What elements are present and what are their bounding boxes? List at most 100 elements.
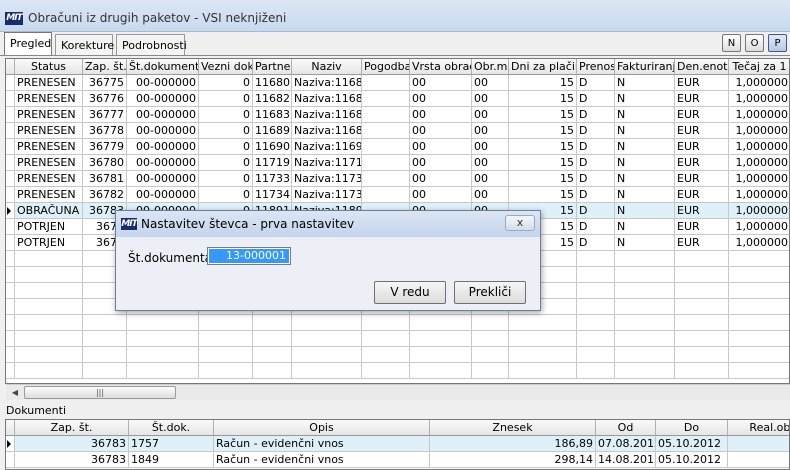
main-grid-row-indicator[interactable] [6,299,15,315]
main-grid-cell[interactable] [729,331,789,347]
main-grid-cell[interactable] [729,363,789,379]
main-grid-cell[interactable]: 00 [410,171,472,187]
main-grid-cell[interactable]: D [577,107,615,123]
main-grid-cell[interactable] [577,283,615,299]
main-grid-column-header[interactable]: Tečaj za 1 [729,59,789,75]
main-grid-column-header[interactable]: Den.enota [675,59,729,75]
documents-grid-column-header[interactable]: Znesek [430,420,596,436]
main-grid-row-indicator[interactable] [6,171,15,187]
main-grid-cell[interactable]: EUR [675,171,729,187]
main-grid-cell[interactable]: 0 [199,187,253,203]
tab-korekture[interactable]: Korekture [55,34,114,55]
main-grid-cell[interactable]: 1,000000 [729,123,789,139]
main-grid-cell[interactable]: 00 [410,155,472,171]
main-grid-cell[interactable]: 00 [472,139,509,155]
main-grid-cell[interactable] [15,363,83,379]
main-grid-cell[interactable]: EUR [675,91,729,107]
main-grid-cell[interactable]: 1,000000 [729,203,789,219]
main-grid-cell[interactable]: 00 [410,91,472,107]
main-grid-row-indicator[interactable] [6,75,15,91]
main-grid-cell[interactable] [15,315,83,331]
main-grid-cell[interactable]: D [577,219,615,235]
main-grid-cell[interactable]: 36775 [83,75,127,91]
main-grid-column-header[interactable]: Št.dokumenta [127,59,199,75]
main-grid-cell[interactable]: 00 [472,91,509,107]
main-grid-cell[interactable]: PRENESEN [15,75,83,91]
main-grid-cell[interactable] [472,363,509,379]
main-grid-cell[interactable]: 00-000000 [127,75,199,91]
documents-grid-cell[interactable]: 186,89 [430,436,596,452]
main-grid-cell[interactable] [509,331,577,347]
main-grid-row-indicator[interactable] [6,219,15,235]
main-grid-row-indicator[interactable] [6,203,15,219]
main-grid-cell[interactable]: PRENESEN [15,171,83,187]
main-grid-cell[interactable]: 15 [509,75,577,91]
main-grid-cell[interactable]: 11734 [253,187,292,203]
main-grid-cell[interactable]: PRENESEN [15,123,83,139]
main-grid-cell[interactable]: 0 [199,75,253,91]
main-grid-cell[interactable]: 11680 [253,75,292,91]
main-grid-cell[interactable] [675,315,729,331]
main-grid-column-header[interactable]: Dni za plačilo [509,59,577,75]
tab-pregled[interactable]: Pregled [4,32,52,56]
main-grid-cell[interactable]: Naziva:11689 [292,123,362,139]
main-grid-cell[interactable] [615,267,675,283]
main-grid-column-header[interactable]: Status [15,59,83,75]
main-grid-cell[interactable] [615,299,675,315]
main-grid-cell[interactable] [729,267,789,283]
main-grid-cell[interactable]: PRENESEN [15,139,83,155]
main-grid-cell[interactable]: EUR [675,139,729,155]
main-grid-cell[interactable]: D [577,75,615,91]
main-grid-cell[interactable]: 1,000000 [729,139,789,155]
documents-grid-cell[interactable]: 298,14 [430,452,596,468]
main-grid-cell[interactable] [15,331,83,347]
main-grid-cell[interactable]: 36779 [83,139,127,155]
main-grid-cell[interactable]: 00-000000 [127,187,199,203]
main-grid-cell[interactable] [292,363,362,379]
main-grid-cell[interactable]: N [615,107,675,123]
mode-o-button[interactable]: O [745,34,764,52]
main-grid-cell[interactable]: 36782 [83,187,127,203]
main-grid-cell[interactable]: PRENESEN [15,91,83,107]
main-grid-cell[interactable]: 00 [410,107,472,123]
main-grid-cell[interactable] [615,347,675,363]
main-grid-row-indicator[interactable] [6,315,15,331]
main-grid-cell[interactable]: N [615,75,675,91]
main-grid-cell[interactable]: OBRAČUNA [15,203,83,219]
main-grid-cell[interactable]: N [615,235,675,251]
main-grid-cell[interactable]: 36780 [83,155,127,171]
main-grid-cell[interactable]: EUR [675,203,729,219]
main-grid-cell[interactable] [362,139,410,155]
main-grid-cell[interactable]: N [615,171,675,187]
main-grid-cell[interactable]: 11719 [253,155,292,171]
main-grid-cell[interactable] [83,347,127,363]
main-grid-cell[interactable] [362,107,410,123]
main-grid-cell[interactable] [615,251,675,267]
main-grid-cell[interactable]: 11682 [253,91,292,107]
main-grid-cell[interactable]: 00 [410,75,472,91]
main-grid-cell[interactable] [675,251,729,267]
main-grid-cell[interactable] [410,363,472,379]
main-grid-cell[interactable]: N [615,139,675,155]
main-grid-cell[interactable] [362,363,410,379]
main-grid-cell[interactable]: 0 [199,91,253,107]
main-grid-cell[interactable] [83,363,127,379]
main-grid-cell[interactable]: Naziva:11682 [292,91,362,107]
main-grid-cell[interactable]: D [577,187,615,203]
scroll-left-icon[interactable]: ◀ [8,385,22,400]
main-grid-row-indicator[interactable] [6,123,15,139]
main-grid-row-indicator[interactable] [6,107,15,123]
main-grid-cell[interactable]: N [615,91,675,107]
documents-grid-cell[interactable]: Račun - evidenčni vnos [214,452,430,468]
main-grid-row-indicator[interactable] [6,363,15,379]
main-grid-cell[interactable]: 00 [472,155,509,171]
main-grid-row-indicator[interactable] [6,283,15,299]
main-grid-cell[interactable] [127,331,199,347]
main-grid-column-header[interactable]: Naziv [292,59,362,75]
main-grid-cell[interactable]: N [615,187,675,203]
documents-grid-column-header[interactable]: Opis [214,420,430,436]
main-grid-row-indicator[interactable] [6,267,15,283]
main-grid-cell[interactable] [253,363,292,379]
main-grid-cell[interactable]: 00 [472,75,509,91]
main-grid-cell[interactable] [362,171,410,187]
